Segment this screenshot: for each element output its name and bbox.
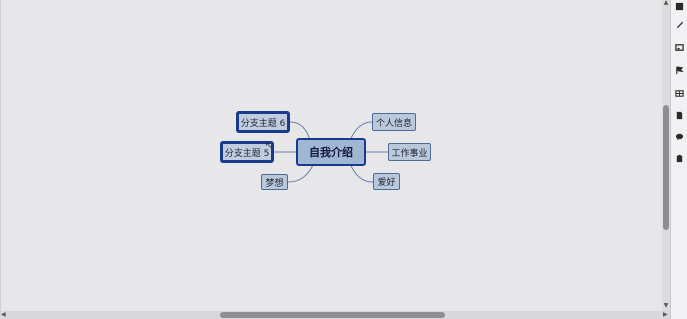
mouse-cursor-icon: ↖: [265, 141, 273, 151]
node-work-career[interactable]: 工作事业: [388, 143, 431, 161]
node-label: 个人信息: [375, 118, 412, 129]
scroll-up-icon[interactable]: ▲: [662, 0, 670, 6]
scroll-right-icon[interactable]: ▶: [663, 311, 668, 319]
node-label: 分支主题 6: [240, 118, 286, 129]
central-label: 自我介绍: [309, 146, 353, 159]
note-icon[interactable]: [674, 110, 685, 121]
table-icon[interactable]: [674, 88, 685, 99]
node-personal-info[interactable]: 个人信息: [372, 113, 416, 131]
node-label: 工作事业: [391, 148, 428, 159]
node-branch-topic-6[interactable]: 分支主题 6: [236, 111, 290, 133]
horizontal-scrollbar[interactable]: ◀ ▶: [0, 311, 670, 319]
image-icon[interactable]: [674, 42, 685, 53]
vertical-scrollbar[interactable]: ▲ ▼: [662, 0, 670, 311]
node-label: 爱好: [377, 178, 396, 188]
scroll-left-icon[interactable]: ◀: [1, 311, 6, 319]
mindmap-canvas[interactable]: 分支主题 6 分支主题 5 梦想 自我介绍 个人信息 工作事业 爱好 ↖: [0, 0, 662, 311]
comment-icon[interactable]: [674, 131, 685, 142]
node-label: 梦想: [265, 178, 284, 189]
right-toolbar: [670, 0, 687, 319]
node-central-topic[interactable]: 自我介绍: [296, 138, 366, 166]
brush-icon[interactable]: [674, 19, 685, 30]
node-label: 分支主题 5: [224, 148, 270, 159]
scroll-down-icon[interactable]: ▼: [662, 303, 670, 309]
vertical-scroll-thumb[interactable]: [663, 105, 669, 230]
node-dream[interactable]: 梦想: [261, 174, 288, 190]
connector-hobby: [349, 163, 374, 183]
node-hobby[interactable]: 爱好: [373, 173, 400, 190]
settings-icon[interactable]: [674, 1, 685, 12]
horizontal-scroll-thumb[interactable]: [220, 312, 445, 318]
flag-icon[interactable]: [674, 65, 685, 76]
clipboard-icon[interactable]: [674, 153, 685, 164]
